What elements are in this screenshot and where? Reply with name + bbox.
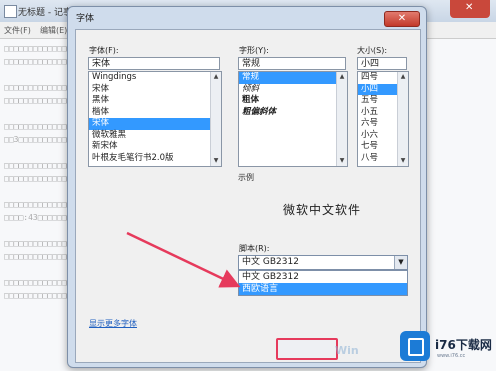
watermark-faint-logo: Win bbox=[335, 344, 359, 357]
watermark-brand: i76下载网 bbox=[435, 338, 492, 352]
annotation-arrow-icon bbox=[126, 231, 241, 288]
watermark-url: www.i76.cc bbox=[437, 353, 466, 359]
watermark-badge-icon bbox=[400, 331, 430, 361]
